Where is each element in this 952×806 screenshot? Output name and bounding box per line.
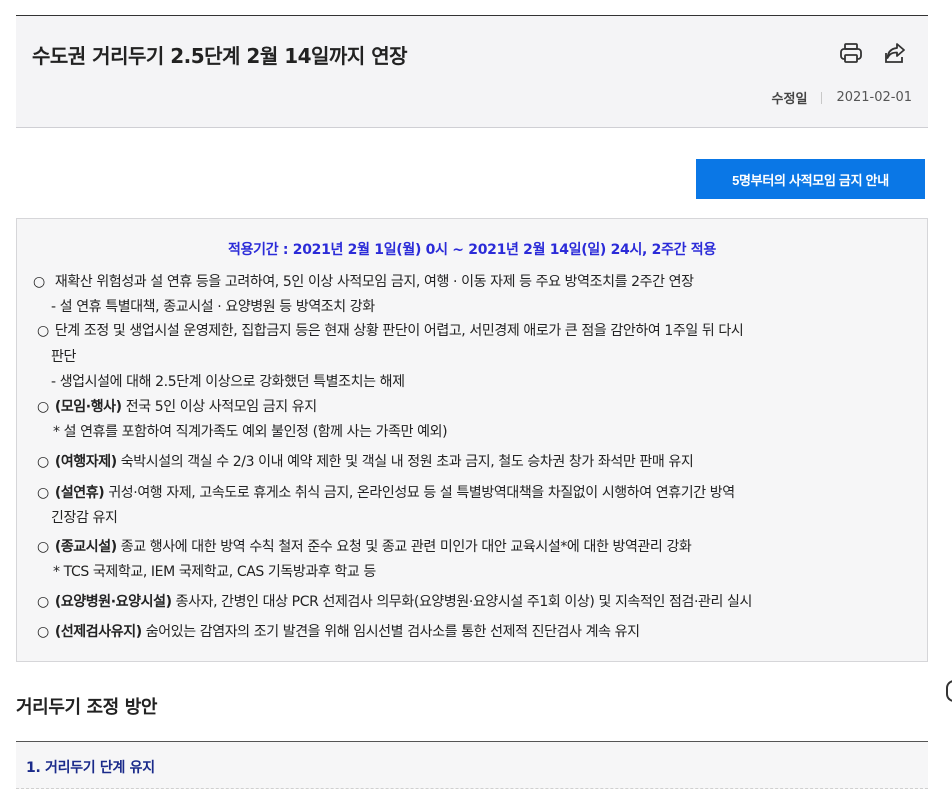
share-icon [885, 43, 905, 63]
list-item-heading: (종교시설) [54, 539, 117, 555]
list-item: 판단 [51, 346, 76, 366]
list-item-text: 재확산 위험성과 설 연휴 등을 고려하여, 5인 이상 사적모임 금지, 여행… [50, 274, 694, 290]
modified-label: 수정일 [771, 92, 808, 107]
list-item: ○ (종교시설) 종교 행사에 대한 방역 수칙 철저 준수 요청 및 종교 관련… [37, 536, 692, 556]
bullet: ○ [37, 399, 49, 415]
list-item: ○ 단계 조정 및 생업시설 운영제한, 집합금지 등은 현재 상황 판단이 어렵… [37, 320, 744, 340]
list-item-heading: (요양병원·요양시설) [54, 594, 172, 610]
list-item: - 생업시설에 대해 2.5단계 이상으로 강화했던 특별조치는 해제 [51, 371, 405, 391]
list-item-text: 종사자, 간병인 대상 PCR 선제검사 의무화(요양병원·요양시설 주1회 이… [171, 594, 753, 610]
bullet: ○ [37, 539, 49, 555]
list-item: ○ (모임·행사) 전국 5인 이상 사적모임 금지 유지 [37, 396, 317, 416]
list-item-text: 판단 [51, 349, 76, 365]
subsection-header: 1. 거리두기 단계 유지 [16, 741, 928, 789]
list-item-heading: (여행자제) [54, 454, 117, 470]
list-item: * 설 연휴를 포함하여 직계가족도 예외 불인정 (함께 사는 가족만 예외) [53, 421, 448, 441]
modified-info: 수정일 2021-02-01 [772, 88, 912, 107]
section-title: 거리두기 조정 방안 [16, 697, 158, 718]
list-item: - 설 연휴 특별대책, 종교시설 · 요양병원 등 방역조치 강화 [51, 296, 375, 316]
list-item-text: 종교 행사에 대한 방역 수칙 철저 준수 요청 및 종교 관련 미인가 대안 … [116, 539, 692, 555]
list-item-text: 귀성·여행 자제, 고속도로 휴게소 취식 금지, 온라인성묘 등 설 특별방역… [104, 485, 735, 501]
list-item-text: 긴장감 유지 [51, 510, 118, 526]
list-item: ○ (설연휴) 귀성·여행 자제, 고속도로 휴게소 취식 금지, 온라인성묘 등… [37, 482, 735, 502]
share-button[interactable] [882, 40, 908, 66]
list-item-text: 단계 조정 및 생업시설 운영제한, 집합금지 등은 현재 상황 판단이 어렵고… [54, 323, 744, 339]
article-header: 수도권 거리두기 2.5단계 2월 14일까지 연장 수정일 2021-02-0… [16, 15, 928, 128]
gathering-ban-notice-button[interactable]: 5명부터의 사적모임 금지 안내 [696, 159, 925, 199]
list-item: ○ (선제검사유지) 숨어있는 감염자의 조기 발견을 위해 임시선별 검사소를 … [37, 621, 640, 641]
bullet: ○ [37, 485, 49, 501]
list-item-text: - 설 연휴 특별대책, 종교시설 · 요양병원 등 방역조치 강화 [51, 299, 375, 315]
list-item-text: * 설 연휴를 포함하여 직계가족도 예외 불인정 (함께 사는 가족만 예외) [53, 424, 448, 440]
application-period: 적용기간 : 2021년 2월 1일(월) 0시 ~ 2021년 2월 14일(… [228, 242, 716, 258]
modified-date: 2021-02-01 [836, 90, 912, 105]
list-item-text: 전국 5인 이상 사적모임 금지 유지 [121, 399, 317, 415]
list-item-text: * TCS 국제학교, IEM 국제학교, CAS 기독방과후 학교 등 [53, 564, 376, 580]
list-item: ○ 재확산 위험성과 설 연휴 등을 고려하여, 5인 이상 사적모임 금지, … [33, 271, 694, 291]
scroll-handle[interactable] [946, 680, 952, 702]
list-item: ○ (요양병원·요양시설) 종사자, 간병인 대상 PCR 선제검사 의무화(요양… [37, 591, 752, 611]
bullet: ○ [37, 454, 49, 470]
list-item: 긴장감 유지 [51, 507, 118, 527]
bullet: ○ [37, 323, 49, 339]
page-title: 수도권 거리두기 2.5단계 2월 14일까지 연장 [32, 44, 408, 68]
list-item: * TCS 국제학교, IEM 국제학교, CAS 기독방과후 학교 등 [53, 561, 376, 581]
list-item-text: 숙박시설의 객실 수 2/3 이내 예약 제한 및 객실 내 정원 초과 금지,… [116, 454, 694, 470]
print-button[interactable] [838, 40, 864, 66]
article-tools [838, 40, 908, 66]
summary-box: 적용기간 : 2021년 2월 1일(월) 0시 ~ 2021년 2월 14일(… [16, 218, 928, 662]
bullet: ○ [33, 274, 45, 290]
meta-divider [821, 91, 823, 104]
bullet: ○ [37, 624, 49, 640]
list-item-heading: (설연휴) [54, 485, 105, 501]
list-item-text: 숨어있는 감염자의 조기 발견을 위해 임시선별 검사소를 통한 선제적 진단검… [141, 624, 640, 640]
list-item: ○ (여행자제) 숙박시설의 객실 수 2/3 이내 예약 제한 및 객실 내 정… [37, 451, 694, 471]
list-item-heading: (모임·행사) [54, 399, 122, 415]
list-item-text: - 생업시설에 대해 2.5단계 이상으로 강화했던 특별조치는 해제 [51, 374, 405, 390]
print-icon [840, 43, 862, 63]
list-item-heading: (선제검사유지) [54, 624, 142, 640]
subsection-title: 1. 거리두기 단계 유지 [26, 760, 155, 776]
bullet: ○ [37, 594, 49, 610]
